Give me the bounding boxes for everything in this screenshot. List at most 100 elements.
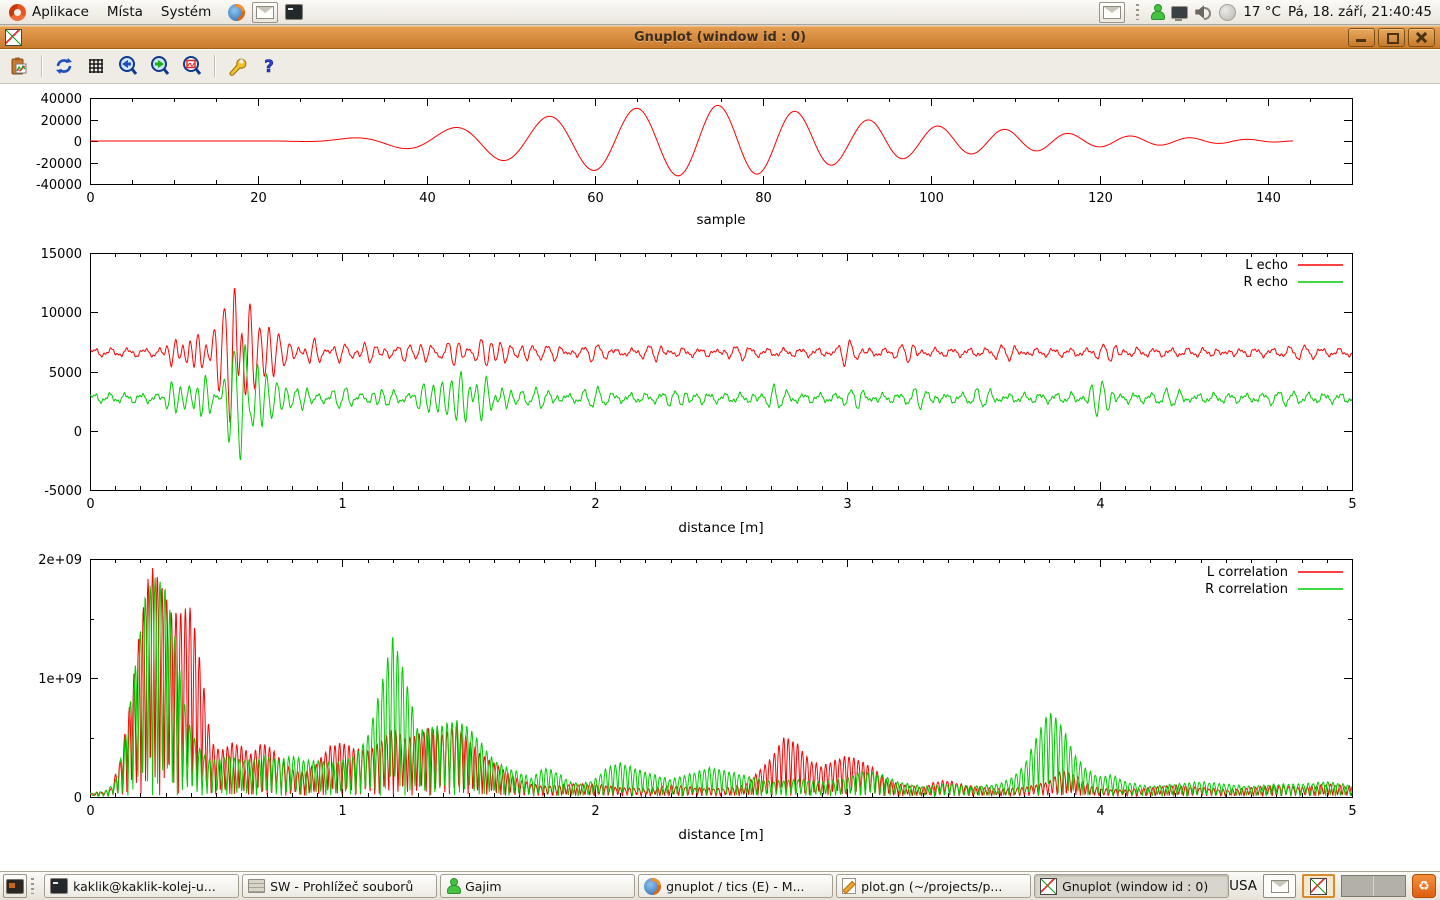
gnuplot-icon: [1310, 878, 1327, 895]
zoom-region-button[interactable]: [179, 53, 205, 79]
maximize-button[interactable]: [1378, 28, 1405, 47]
taskbar-right: USA ♻: [1229, 874, 1440, 898]
toggle-grid-button[interactable]: [83, 53, 109, 79]
task-label: plot.gn (~/projects/p...: [861, 879, 1002, 894]
ubuntu-logo-icon: [9, 4, 26, 21]
gnuplot-tray-button[interactable]: [1302, 874, 1335, 898]
gajim-status-icon[interactable]: [1150, 4, 1164, 20]
gnuplot-window-icon: [5, 29, 22, 46]
gnuplot-window: Gnuplot (window id : 0): [0, 26, 1440, 872]
top-panel: Aplikace Místa Systém 17 °C Pá, 18. září…: [0, 0, 1440, 25]
plot-panel-echo[interactable]: 012345150001000050000-5000distance [m]L …: [41, 247, 1357, 536]
svg-text:L echo: L echo: [1245, 258, 1288, 273]
task-button[interactable]: SW - Prohlížeč souborů: [242, 874, 437, 898]
mail-icon: [1271, 880, 1289, 893]
next-zoom-icon: [149, 55, 171, 77]
titlebar[interactable]: Gnuplot (window id : 0): [0, 26, 1440, 49]
desktop: Aplikace Místa Systém 17 °C Pá, 18. září…: [0, 0, 1440, 900]
help-button[interactable]: ?: [256, 53, 282, 79]
task-label: SW - Prohlížeč souborů: [270, 879, 413, 894]
mail-launcher[interactable]: [252, 2, 278, 23]
task-button[interactable]: plot.gn (~/projects/p...: [836, 874, 1031, 898]
svg-text:10000: 10000: [41, 306, 82, 321]
svg-text:20000: 20000: [41, 114, 82, 129]
svg-text:L correlation: L correlation: [1207, 565, 1288, 580]
trash-applet[interactable]: ♻: [1412, 874, 1436, 898]
system-menu-label: Systém: [161, 4, 211, 20]
svg-text:1e+09: 1e+09: [38, 672, 82, 687]
mail-notification-button[interactable]: [1263, 874, 1296, 898]
svg-text:5000: 5000: [49, 366, 82, 381]
grid-icon: [86, 56, 106, 76]
svg-text:4: 4: [1096, 804, 1104, 819]
plot-panel-sample-waveform[interactable]: 02040608010012014040000200000-20000-4000…: [36, 92, 1353, 228]
svg-text:-40000: -40000: [36, 178, 82, 193]
window-list-handle[interactable]: [31, 878, 34, 894]
plot-canvas[interactable]: 02040608010012014040000200000-20000-4000…: [0, 84, 1440, 872]
places-menu-label: Místa: [107, 4, 143, 20]
replot-button[interactable]: [51, 53, 77, 79]
svg-text:3: 3: [843, 804, 851, 819]
svg-text:distance [m]: distance [m]: [678, 827, 763, 843]
keyboard-layout-indicator[interactable]: USA: [1229, 878, 1257, 894]
svg-text:140: 140: [1256, 191, 1281, 206]
task-label: Gnuplot (window id : 0): [1062, 879, 1208, 894]
minimize-button[interactable]: [1348, 28, 1375, 47]
task-label: Gajim: [465, 879, 501, 894]
task-button[interactable]: Gnuplot (window id : 0): [1034, 874, 1229, 898]
mail-tray-button[interactable]: [1099, 2, 1125, 23]
svg-text:4: 4: [1096, 497, 1104, 512]
places-menu[interactable]: Místa: [98, 0, 152, 24]
workspace-1[interactable]: [1342, 876, 1373, 896]
previous-zoom-button[interactable]: [115, 53, 141, 79]
svg-text:3: 3: [843, 497, 851, 512]
svg-text:20: 20: [250, 191, 267, 206]
svg-text:R echo: R echo: [1243, 275, 1288, 290]
plots-svg[interactable]: 02040608010012014040000200000-20000-4000…: [0, 84, 1440, 874]
mail-tray-icon: [1103, 6, 1121, 19]
svg-text:120: 120: [1088, 191, 1113, 206]
svg-text:1: 1: [338, 804, 346, 819]
toolbar-separator: [41, 55, 42, 77]
settings-button[interactable]: [224, 53, 250, 79]
close-button[interactable]: [1408, 28, 1435, 47]
svg-text:-20000: -20000: [36, 157, 82, 172]
show-desktop-button[interactable]: [3, 874, 27, 898]
workspace-switcher: [1341, 875, 1406, 897]
settings-wrench-icon: [226, 55, 248, 77]
volume-icon[interactable]: [1195, 5, 1212, 19]
applications-menu[interactable]: Aplikace: [0, 0, 98, 24]
task-button[interactable]: gnuplot / tics (E) - M...: [638, 874, 833, 898]
display-tray-icon[interactable]: [1171, 6, 1188, 19]
maximize-icon: [1387, 33, 1399, 44]
copy-to-clipboard-button[interactable]: [6, 53, 32, 79]
plot-toolbar: ?: [0, 49, 1440, 84]
plot-panel-correlation[interactable]: 0123452e+091e+090distance [m]L correlati…: [38, 553, 1356, 843]
terminal-launcher-icon[interactable]: [285, 4, 303, 20]
svg-text:0: 0: [86, 804, 94, 819]
clock[interactable]: Pá, 18. září, 21:40:45: [1288, 4, 1432, 20]
temperature-label[interactable]: 17 °C: [1243, 4, 1281, 20]
svg-text:5: 5: [1348, 804, 1356, 819]
svg-text:R correlation: R correlation: [1205, 582, 1288, 597]
svg-text:15000: 15000: [41, 247, 82, 262]
help-icon: ?: [259, 55, 279, 77]
terminal-icon: [50, 878, 68, 894]
svg-text:0: 0: [74, 791, 82, 806]
task-label: kaklik@kaklik-kolej-u...: [73, 879, 216, 894]
svg-text:80: 80: [755, 191, 772, 206]
svg-text:100: 100: [919, 191, 944, 206]
workspace-2[interactable]: [1373, 876, 1405, 896]
weather-icon[interactable]: [1219, 4, 1236, 21]
firefox-launcher-icon[interactable]: [228, 4, 245, 21]
svg-text:0: 0: [74, 135, 82, 150]
task-button[interactable]: Gajim: [440, 874, 635, 898]
next-zoom-button[interactable]: [147, 53, 173, 79]
task-button[interactable]: kaklik@kaklik-kolej-u...: [44, 874, 239, 898]
tray-handle[interactable]: [1136, 4, 1139, 20]
show-desktop-icon: [6, 879, 24, 894]
firefox-icon: [644, 878, 661, 895]
svg-text:2: 2: [591, 804, 599, 819]
system-menu[interactable]: Systém: [152, 0, 220, 24]
panel-launchers: [228, 2, 303, 23]
